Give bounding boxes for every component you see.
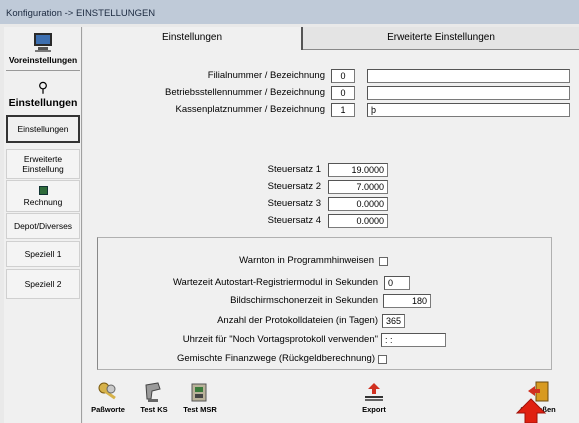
sidebar-item-erweiterte-einstellung[interactable]: Erweiterte Einstellung (6, 149, 80, 179)
sidebar-section-label: Voreinstellungen (8, 55, 78, 65)
toolbar-label: Test MSR (183, 405, 217, 414)
title-bar: Konfiguration -> EINSTELLUNGEN (0, 0, 579, 24)
sidebar: Voreinstellungen ⚲ Einstellungen Einstel… (4, 27, 82, 423)
protokoll-field[interactable]: 365 (382, 314, 405, 328)
finanz-label: Gemischte Finanzwege (Rückgeldberechnung… (176, 353, 375, 364)
uhrzeit-label: Uhrzeit für "Noch Vortagsprotokoll verwe… (182, 334, 378, 345)
invoice-icon (38, 185, 48, 195)
export-icon (365, 383, 383, 401)
filial-number-field[interactable]: 0 (331, 69, 355, 83)
export-button[interactable]: Export (354, 378, 394, 423)
sidebar-divider (6, 70, 80, 71)
sidebar-item-rechnung[interactable]: Rechnung (6, 180, 80, 212)
kasse-number-field[interactable]: 1 (331, 103, 355, 117)
betrieb-name-field[interactable] (367, 86, 570, 100)
warnton-label: Warnton in Programmhinweisen (239, 255, 374, 266)
window-title: Konfiguration -> EINSTELLUNGEN (6, 8, 156, 19)
sidebar-item-speziell-2[interactable]: Speziell 2 (6, 269, 80, 299)
toolbar-label: Export (362, 405, 386, 414)
sidebar-item-label: Speziell 1 (24, 249, 62, 259)
barcode-scanner-icon (145, 382, 161, 402)
steuersatz-1-label: Steuersatz 1 (267, 164, 321, 175)
tab-label: Einstellungen (161, 32, 223, 43)
filial-name-field[interactable] (367, 69, 570, 83)
steuersatz-2-field[interactable]: 7.0000 (328, 180, 388, 194)
toolbar-label: Test KS (140, 405, 168, 414)
tab-einstellungen[interactable]: Einstellungen (83, 27, 303, 50)
toolbar-label: Paßworte (91, 405, 125, 414)
warnton-checkbox[interactable] (379, 257, 388, 266)
steuersatz-3-field[interactable]: 0.0000 (328, 197, 388, 211)
card-reader-icon (191, 383, 207, 402)
steuersatz-2-label: Steuersatz 2 (267, 181, 321, 192)
pointer-arrow-icon (515, 398, 547, 423)
betrieb-label: Betriebsstellennummer / Bezeichnung (164, 87, 325, 98)
test-msr-button[interactable]: Test MSR (180, 378, 220, 423)
sidebar-item-label: Rechnung (23, 196, 63, 207)
sidebar-item-label: Speziell 2 (24, 279, 62, 289)
wrench-icon: ⚲ (37, 79, 49, 95)
bottom-toolbar: Paßworte Test KS Test MSR Export Schließ… (83, 378, 579, 423)
betrieb-number-field[interactable]: 0 (331, 86, 355, 100)
wartezeit-field[interactable]: 0 (384, 276, 410, 290)
kasse-name-field[interactable]: þ (367, 103, 570, 117)
finanz-checkbox[interactable] (378, 355, 387, 364)
steuersatz-3-label: Steuersatz 3 (267, 198, 321, 209)
filial-label: Filialnummer / Bezeichnung (207, 70, 325, 81)
bildschirm-field[interactable]: 180 (383, 294, 431, 308)
sidebar-section-voreinstellungen[interactable]: Voreinstellungen (4, 31, 82, 65)
steuersatz-4-label: Steuersatz 4 (267, 215, 321, 226)
sidebar-section-label: Einstellungen (8, 97, 78, 109)
wartezeit-label: Wartezeit Autostart-Registriermodul in S… (172, 277, 378, 288)
sidebar-item-label: Einstellungen (17, 124, 69, 134)
sidebar-item-speziell-1[interactable]: Speziell 1 (6, 241, 80, 267)
steuersatz-1-field[interactable]: 19.0000 (328, 163, 388, 177)
sidebar-item-label: Depot/Diverses (13, 221, 73, 231)
sidebar-section-einstellungen[interactable]: ⚲ Einstellungen (4, 79, 82, 109)
test-ks-button[interactable]: Test KS (134, 378, 174, 423)
tab-label: Erweiterte Einstellungen (387, 32, 495, 43)
sidebar-item-depot-diverses[interactable]: Depot/Diverses (6, 213, 80, 239)
sidebar-item-einstellungen[interactable]: Einstellungen (6, 115, 80, 143)
uhrzeit-field[interactable]: : : (381, 333, 446, 347)
bildschirm-label: Bildschirmschonerzeit in Sekunden (230, 295, 378, 306)
passworte-button[interactable]: Paßworte (88, 378, 128, 423)
kasse-label: Kassenplatznummer / Bezeichnung (175, 104, 325, 115)
keys-icon (98, 382, 116, 400)
protokoll-label: Anzahl der Protokolldateien (in Tagen) (217, 315, 378, 326)
tab-erweiterte-einstellungen[interactable]: Erweiterte Einstellungen (303, 27, 579, 50)
steuersatz-4-field[interactable]: 0.0000 (328, 214, 388, 228)
monitor-icon (34, 33, 52, 52)
sidebar-item-label: Erweiterte Einstellung (22, 154, 64, 174)
